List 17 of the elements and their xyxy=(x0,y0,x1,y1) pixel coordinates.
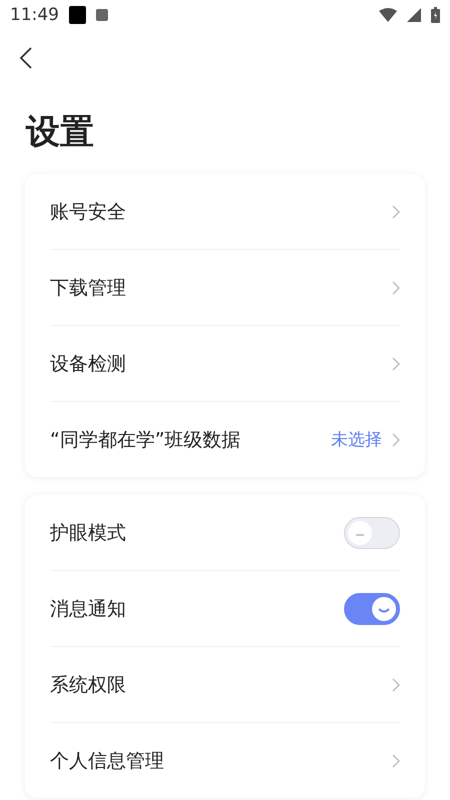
settings-row[interactable]: 系统权限 xyxy=(50,647,400,723)
row-value: 未选择 xyxy=(331,429,382,451)
settings-row[interactable]: 个人信息管理 xyxy=(50,723,400,798)
settings-row[interactable]: “同学都在学”班级数据 未选择 xyxy=(50,402,400,477)
row-label: 系统权限 xyxy=(50,672,126,698)
row-label: 设备检测 xyxy=(50,352,126,376)
row-label: 消息通知 xyxy=(50,596,126,622)
row-label: 账号安全 xyxy=(50,200,126,224)
row-label: 个人信息管理 xyxy=(50,748,164,774)
settings-row[interactable]: 账号安全 xyxy=(50,174,400,250)
settings-row[interactable]: 下载管理 xyxy=(50,250,400,326)
status-time: 11:49 xyxy=(10,5,59,25)
settings-row[interactable]: 设备检测 xyxy=(50,326,400,402)
row-label: 下载管理 xyxy=(50,276,126,300)
row-label: 护眼模式 xyxy=(50,520,126,546)
page-title: 设置 xyxy=(26,112,94,152)
row-label: “同学都在学”班级数据 xyxy=(50,428,241,452)
